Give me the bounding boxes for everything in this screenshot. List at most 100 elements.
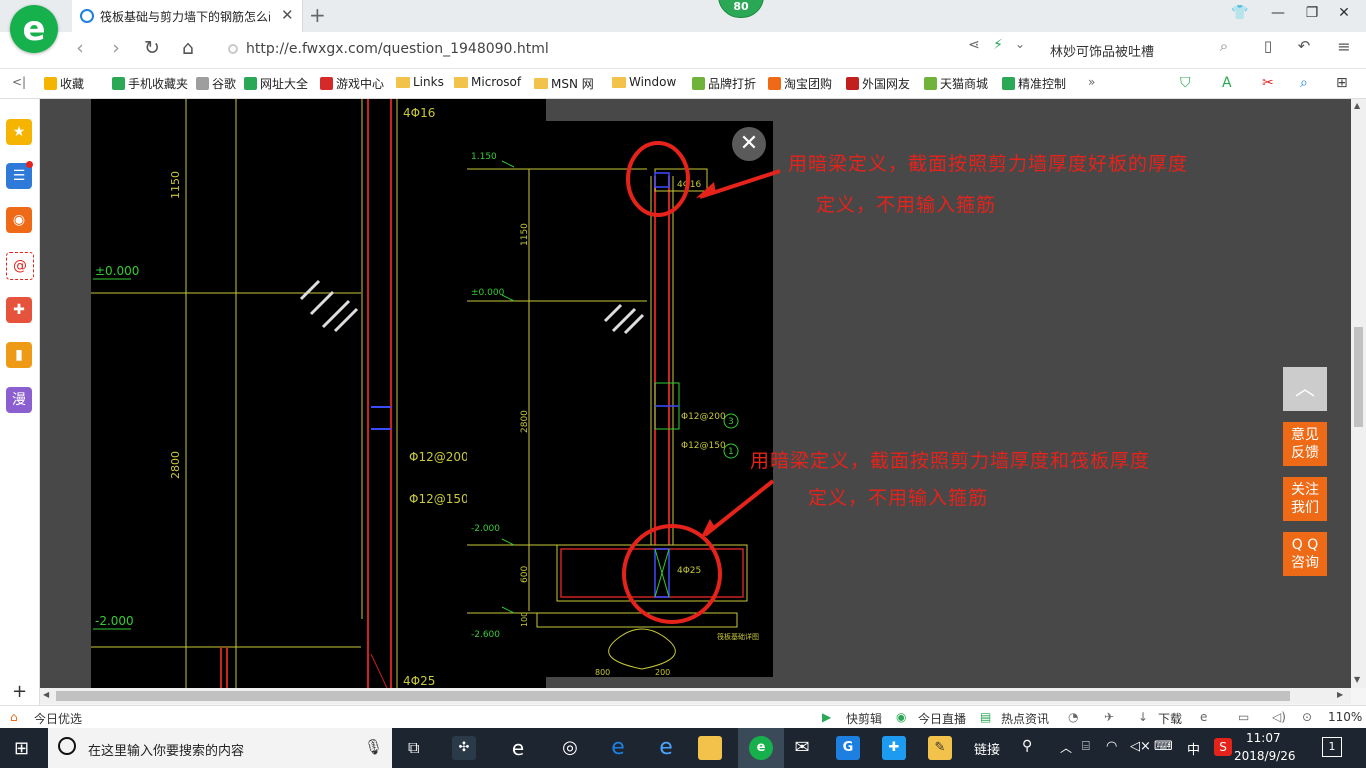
bookmark-item[interactable]: 网址大全 (244, 75, 308, 92)
vertical-scrollbar[interactable]: ▲ ▼ (1351, 99, 1366, 688)
taskbar-search-box[interactable]: 在这里输入你要搜索的内容 🎙 (48, 728, 392, 768)
close-window-icon[interactable]: ✕ (1332, 5, 1356, 27)
bookmark-item[interactable]: 品牌打折 (692, 75, 756, 92)
ie-mode-icon[interactable]: e (1200, 710, 1207, 724)
download-icon[interactable]: ↓ (1138, 710, 1148, 724)
feedback-button[interactable]: 意见 反馈 (1283, 422, 1327, 466)
minimize-icon[interactable]: — (1266, 5, 1290, 27)
pin-icon[interactable]: ✈ (1104, 710, 1114, 724)
url-text[interactable]: http://e.fwxgx.com/question_1948090.html (246, 41, 549, 57)
scissors-icon[interactable]: ✂ (1262, 75, 1274, 91)
speed-badge[interactable]: 80 (718, 0, 764, 18)
back-icon[interactable]: ‹ (68, 37, 92, 59)
undo-icon[interactable]: ↶ (1292, 37, 1316, 55)
taskbar-search-input[interactable]: 在这里输入你要搜索的内容 (88, 740, 244, 759)
live-link[interactable]: 今日直播 (918, 710, 966, 727)
chevron-down-icon[interactable]: ⌄ (1008, 37, 1032, 51)
windows-start-icon[interactable]: ⊞ (14, 738, 29, 759)
links-toolbar[interactable]: 链接 (974, 739, 1000, 758)
bookmark-item[interactable]: 精准控制 (1002, 75, 1066, 92)
forward-icon[interactable]: › (104, 37, 128, 59)
comic-icon[interactable]: 漫 (6, 387, 32, 413)
live-icon[interactable]: ◉ (896, 710, 906, 724)
apps-grid-icon[interactable]: ⊞ (1336, 75, 1348, 91)
speed-icon[interactable]: ◔ (1068, 710, 1078, 724)
hot-news-icon[interactable]: ▤ (980, 710, 991, 724)
vertical-scroll-thumb[interactable] (1354, 327, 1363, 427)
edge-old-icon[interactable]: e (506, 736, 530, 760)
task-view-icon[interactable]: ⧉ (408, 738, 419, 758)
scroll-left-icon[interactable]: ◀ (43, 690, 49, 699)
book-icon[interactable]: ▮ (6, 342, 32, 368)
horizontal-scrollbar[interactable]: ◀ ▶ (40, 688, 1351, 704)
scroll-up-icon[interactable]: ▲ (1354, 101, 1360, 110)
wifi-icon[interactable]: ◠ (1106, 739, 1117, 754)
bookmark-item[interactable]: 收藏 (44, 75, 84, 92)
game-icon[interactable]: ✚ (6, 297, 32, 323)
scroll-right-icon[interactable]: ▶ (1337, 690, 1343, 699)
active-browser-task[interactable]: e (738, 728, 784, 768)
tab-active[interactable]: 筏板基础与剪力墙下的钢筋怎么画 ✕ (72, 0, 303, 32)
keyboard-icon[interactable]: ⌨ (1154, 739, 1173, 754)
bookmark-item[interactable]: Microsof (454, 75, 521, 89)
file-explorer-icon[interactable] (698, 736, 722, 760)
tab-close-icon[interactable]: ✕ (281, 6, 294, 24)
pinwheel-app-icon[interactable]: ✣ (452, 736, 476, 760)
more-bookmarks-icon[interactable]: » (1088, 75, 1095, 89)
mail-icon[interactable]: @ (6, 252, 34, 280)
sogou-ime-icon[interactable]: S (1214, 738, 1232, 756)
internet-explorer-icon[interactable]: e (654, 736, 678, 760)
kuaijian-icon[interactable]: ▶ (822, 710, 831, 724)
notes-app-icon[interactable]: ✎ (928, 736, 952, 760)
add-sidebar-icon[interactable]: + (12, 681, 27, 702)
browser-logo[interactable]: e (10, 5, 58, 53)
hot-news-link[interactable]: 热点资讯 (1001, 710, 1049, 727)
volume-mute-icon[interactable]: ◁× (1130, 739, 1151, 754)
qq-consult-button[interactable]: Q Q 咨询 (1283, 532, 1327, 576)
volume-icon[interactable]: ◁) (1272, 710, 1286, 724)
home-icon[interactable]: ⌂ (176, 37, 200, 59)
window-icon[interactable]: ▭ (1238, 710, 1249, 724)
bookmark-item[interactable]: 手机收藏夹 (112, 75, 188, 92)
bookmark-item[interactable]: 淘宝团购 (768, 75, 832, 92)
magnifier-icon[interactable]: ⌕ (1300, 75, 1308, 91)
action-center-icon[interactable]: 1 (1322, 737, 1342, 757)
chrome-app-icon[interactable]: ◎ (558, 736, 582, 760)
collapse-sidebar-icon[interactable]: <| (12, 75, 26, 89)
horizontal-scroll-thumb[interactable] (56, 691, 1290, 701)
translate-icon[interactable]: A (1222, 75, 1232, 91)
bookmark-item[interactable]: 天猫商城 (924, 75, 988, 92)
follow-us-button[interactable]: 关注 我们 (1283, 477, 1327, 521)
star-icon[interactable]: ★ (6, 119, 32, 145)
plus-app-icon[interactable]: ✚ (882, 736, 906, 760)
tray-expand-icon[interactable]: ︿ (1060, 739, 1072, 756)
clock-time[interactable]: 11:07 (1246, 731, 1281, 745)
zoom-icon[interactable]: ⊙ (1302, 710, 1312, 724)
mobile-icon[interactable]: ▯ (1256, 37, 1280, 55)
scroll-down-icon[interactable]: ▼ (1354, 675, 1360, 684)
bookmark-item[interactable]: MSN 网 (534, 75, 594, 92)
g-app-icon[interactable]: G (836, 736, 860, 760)
ime-indicator[interactable]: 中 (1187, 739, 1200, 758)
network-device-icon[interactable]: ⌸ (1082, 739, 1090, 754)
cortana-icon[interactable] (58, 737, 76, 755)
menu-icon[interactable]: ≡ (1332, 37, 1356, 56)
download-link[interactable]: 下载 (1158, 710, 1182, 727)
kuaijian-link[interactable]: 快剪辑 (846, 710, 882, 727)
refresh-icon[interactable]: ↻ (140, 37, 164, 59)
close-image-button[interactable]: ✕ (732, 127, 766, 161)
restore-icon[interactable]: ❐ (1300, 5, 1324, 27)
zoom-level[interactable]: 110% (1328, 710, 1362, 724)
people-icon[interactable]: ⚲ (1022, 738, 1032, 754)
weibo-icon[interactable]: ◉ (6, 207, 32, 233)
microphone-icon[interactable]: 🎙 (364, 738, 383, 756)
address-bar[interactable]: http://e.fwxgx.com/question_1948090.html (220, 35, 960, 63)
search-icon[interactable]: ⌕ (1212, 37, 1236, 55)
bookmark-item[interactable]: 谷歌 (196, 75, 236, 92)
clock-date[interactable]: 2018/9/26 (1234, 749, 1296, 763)
gift-icon[interactable]: ⌂ (10, 710, 18, 724)
shield-icon[interactable]: ⛉ (1180, 75, 1191, 91)
bookmark-item[interactable]: 外国网友 (846, 75, 910, 92)
edge-icon[interactable]: e (606, 736, 630, 760)
bookmark-item[interactable]: Window (612, 75, 676, 89)
